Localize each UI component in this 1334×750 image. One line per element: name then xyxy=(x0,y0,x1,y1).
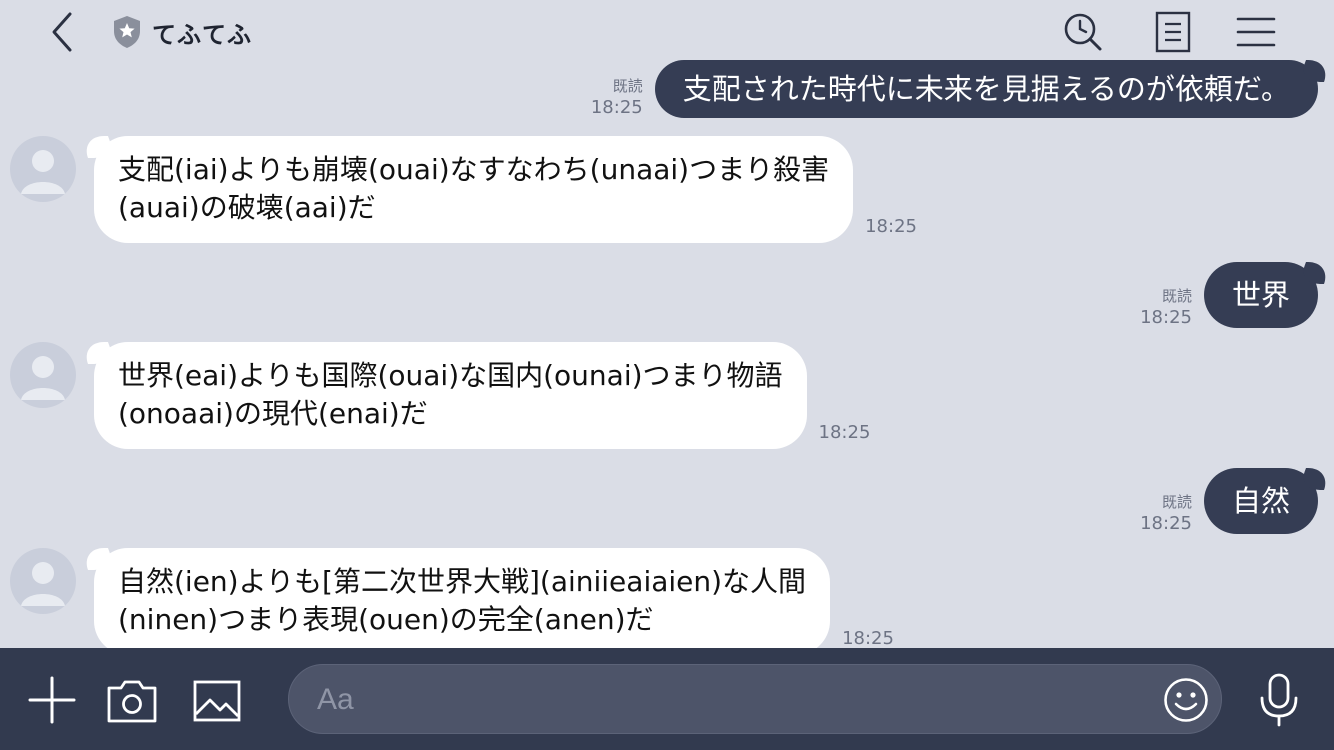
message-outgoing: 既読 18:25 支配された時代に未来を見据えるのが依頼だ。 xyxy=(591,60,1318,118)
message-bubble[interactable]: 自然 xyxy=(1203,468,1318,534)
read-receipt: 既読 xyxy=(612,77,643,95)
message-meta: 既読 18:25 xyxy=(1140,286,1192,328)
message-time: 18:25 xyxy=(1140,513,1192,534)
default-avatar-icon xyxy=(21,356,65,400)
avatar[interactable] xyxy=(10,548,76,614)
search-button[interactable] xyxy=(1060,10,1104,54)
microphone-button[interactable] xyxy=(1258,672,1300,728)
back-icon xyxy=(52,12,72,52)
message-bubble[interactable]: 世界(eai)よりも国際(ouai)な国内(ounai)つまり物語 (onoaa… xyxy=(94,342,807,449)
message-outgoing: 既読 18:25 自然 xyxy=(1140,468,1318,534)
message-text-line: (onoaai)の現代(enai)だ xyxy=(118,397,428,430)
message-input[interactable] xyxy=(315,675,1139,725)
menu-button[interactable] xyxy=(1234,10,1278,54)
message-input-field[interactable] xyxy=(288,664,1222,734)
shield-star-icon xyxy=(114,16,140,48)
message-incoming: 支配(iai)よりも崩壊(ouai)なすなわち(unaai)つまり殺害 (aua… xyxy=(10,136,917,243)
image-icon xyxy=(193,680,241,722)
camera-button[interactable] xyxy=(106,678,158,724)
message-meta: 既読 18:25 xyxy=(1140,492,1192,534)
message-bubble[interactable]: 支配(iai)よりも崩壊(ouai)なすなわち(unaai)つまり殺害 (aua… xyxy=(94,136,854,243)
chat-title-text: てふてふ xyxy=(152,20,252,49)
read-receipt: 既読 xyxy=(1161,287,1192,305)
menu-icon xyxy=(1236,17,1276,47)
message-incoming: 自然(ien)よりも[第二次世界大戦](ainiieaiaien)な人間 (ni… xyxy=(10,548,894,648)
chat-header: てふてふ xyxy=(0,0,1334,64)
message-bubble[interactable]: 支配された時代に未来を見据えるのが依頼だ。 xyxy=(654,60,1318,118)
message-incoming: 世界(eai)よりも国際(ouai)な国内(ounai)つまり物語 (onoaa… xyxy=(10,342,870,449)
back-button[interactable] xyxy=(44,10,80,54)
search-clock-icon xyxy=(1064,13,1102,51)
message-text-line: (auai)の破壊(aai)だ xyxy=(118,191,376,224)
message-text-line: 自然(ien)よりも[第二次世界大戦](ainiieaiaien)な人間 xyxy=(118,565,807,598)
chat-title[interactable]: てふてふ xyxy=(112,14,252,50)
message-text: 世界 xyxy=(1231,278,1290,312)
message-text-line: 支配(iai)よりも崩壊(ouai)なすなわち(unaai)つまり殺害 xyxy=(118,153,830,186)
plus-icon xyxy=(28,676,76,724)
image-button[interactable] xyxy=(192,678,242,724)
message-meta: 既読 18:25 xyxy=(591,76,643,118)
message-text: 支配された時代に未来を見据えるのが依頼だ。 xyxy=(682,72,1290,106)
note-icon xyxy=(1155,11,1191,53)
avatar[interactable] xyxy=(10,342,76,408)
default-avatar-icon xyxy=(21,150,65,194)
message-outgoing: 既読 18:25 世界 xyxy=(1140,262,1318,328)
message-bubble[interactable]: 世界 xyxy=(1203,262,1318,328)
plus-button[interactable] xyxy=(28,676,76,724)
message-text-line: (ninen)つまり表現(ouen)の完全(anen)だ xyxy=(118,603,654,636)
default-avatar-icon xyxy=(21,562,65,606)
message-time: 18:25 xyxy=(818,422,871,443)
camera-icon xyxy=(107,680,157,723)
read-receipt: 既読 xyxy=(1161,493,1192,511)
notes-button[interactable] xyxy=(1151,10,1195,54)
composer-bar xyxy=(0,648,1334,750)
message-list[interactable]: 既読 18:25 支配された時代に未来を見据えるのが依頼だ。 支配(iai)より… xyxy=(0,0,1334,648)
message-text-line: 世界(eai)よりも国際(ouai)な国内(ounai)つまり物語 xyxy=(118,359,783,392)
emoji-icon xyxy=(1164,678,1208,722)
message-time: 18:25 xyxy=(1140,307,1192,328)
emoji-button[interactable] xyxy=(1163,677,1209,723)
message-time: 18:25 xyxy=(590,97,643,118)
message-text: 自然 xyxy=(1231,484,1290,518)
message-time: 18:25 xyxy=(865,216,917,237)
avatar[interactable] xyxy=(10,136,76,202)
message-bubble[interactable]: 自然(ien)よりも[第二次世界大戦](ainiieaiaien)な人間 (ni… xyxy=(94,548,831,648)
message-time: 18:25 xyxy=(842,628,894,648)
microphone-icon xyxy=(1260,673,1298,727)
